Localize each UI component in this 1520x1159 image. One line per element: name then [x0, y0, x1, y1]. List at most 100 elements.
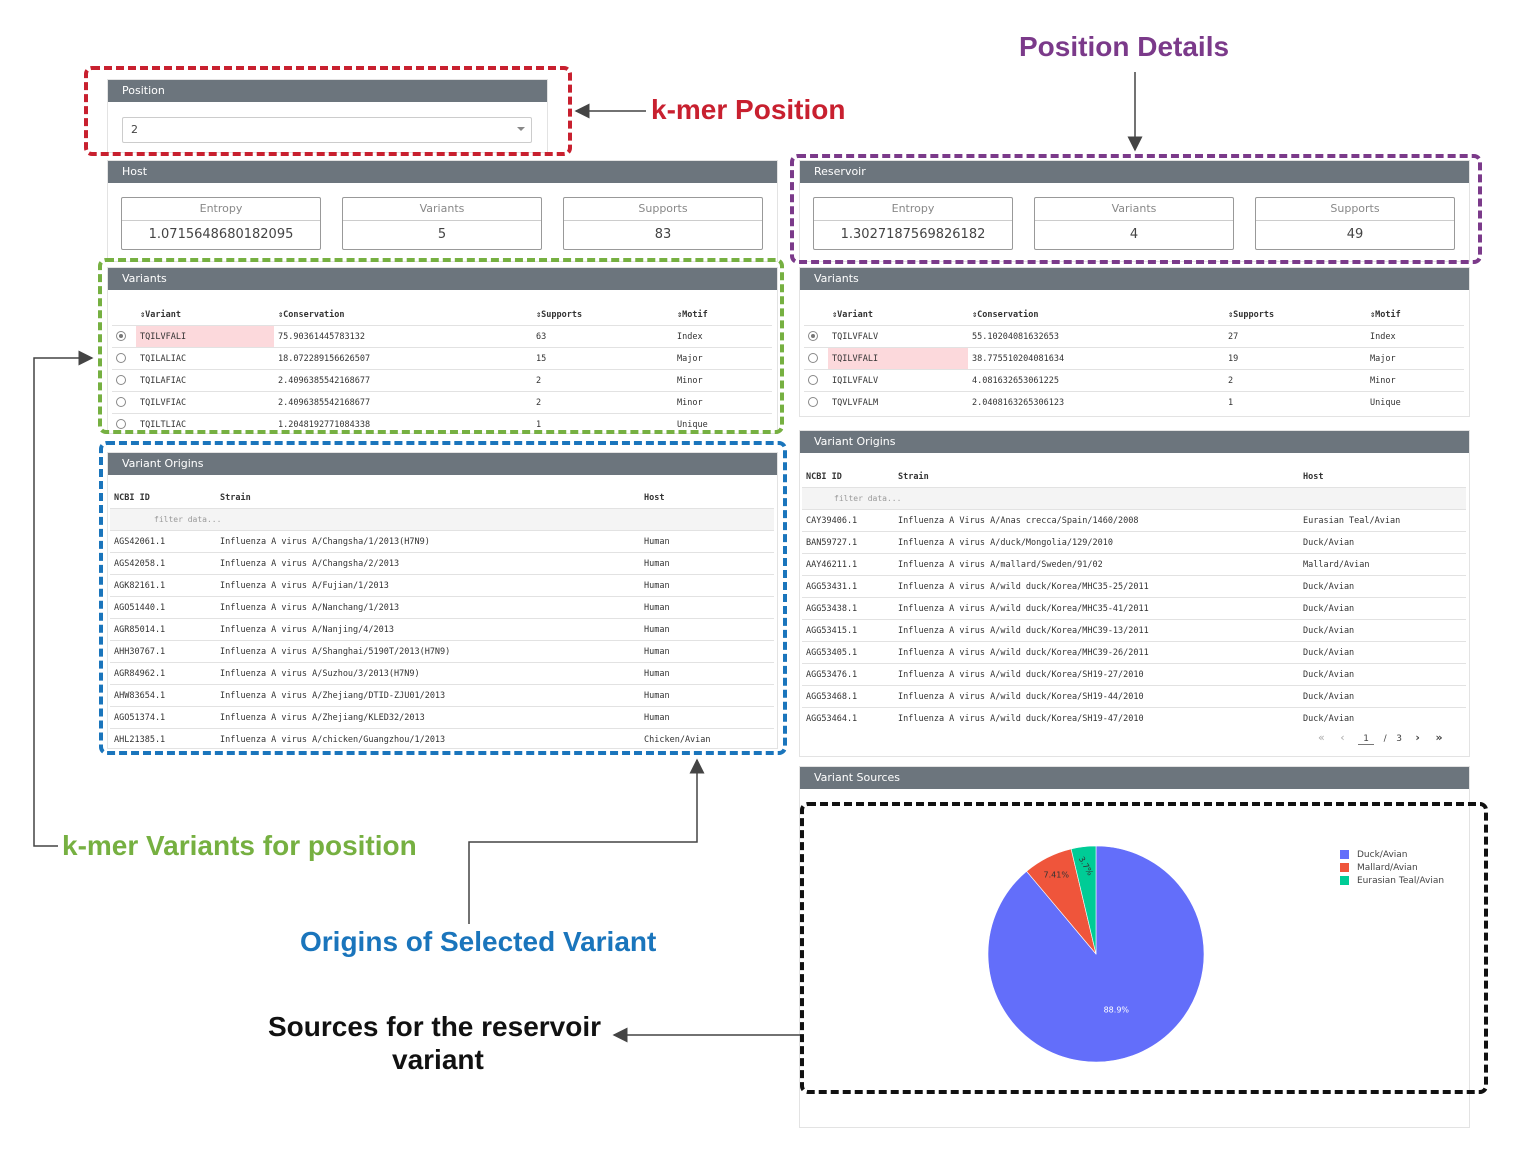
- variant-cell: TQVLVFALM: [828, 391, 968, 413]
- table-row[interactable]: TQILVFALI 38.775510204081634 19 Major: [804, 347, 1464, 370]
- annotation-kmer-position: k-mer Position: [651, 94, 846, 125]
- host-entropy-card: Entropy 1.0715648680182095: [121, 197, 321, 250]
- total-pages: 3: [1396, 734, 1402, 744]
- page-number-input[interactable]: 1: [1358, 734, 1375, 745]
- table-row[interactable]: AAY46211.1 Influenza A virus A/mallard/Sw…: [802, 553, 1466, 576]
- motif-cell: Minor: [1366, 369, 1464, 392]
- table-row[interactable]: TQVLVFALM 2.0408163265306123 1 Unique: [804, 391, 1464, 413]
- col-motif[interactable]: ⇕Motif: [1366, 304, 1464, 326]
- strain-cell: Influenza A virus A/wild duck/Korea/MHC3…: [894, 597, 1299, 620]
- prev-page-button[interactable]: ‹: [1340, 731, 1344, 744]
- reservoir-variants-panel: Variants ⇕Variant ⇕Conservation ⇕Support…: [799, 267, 1470, 417]
- position-details-box: [790, 154, 1482, 264]
- conservation-cell: 4.081632653061225: [968, 369, 1224, 392]
- sources-box: [800, 802, 1488, 1094]
- strain-cell: Influenza A Virus A/Anas crecca/Spain/14…: [894, 509, 1299, 532]
- strain-cell: Influenza A virus A/wild duck/Korea/MHC3…: [894, 641, 1299, 664]
- ncbi-id-cell: CAY39406.1: [802, 509, 894, 532]
- table-row[interactable]: CAY39406.1 Influenza A Virus A/Anas crecc…: [802, 509, 1466, 532]
- col-supports[interactable]: ⇕Supports: [1224, 304, 1366, 326]
- host-cell: Eurasian Teal/Avian: [1299, 509, 1466, 532]
- table-row[interactable]: BAN59727.1 Influenza A virus A/duck/Mongo…: [802, 531, 1466, 554]
- host-cell: Duck/Avian: [1299, 597, 1466, 620]
- table-row[interactable]: TQILVFALV 55.10204081632653 27 Index: [804, 325, 1464, 348]
- host-supports-card: Supports 83: [563, 197, 763, 250]
- motif-cell: Unique: [1366, 391, 1464, 413]
- col-ncbi-id[interactable]: NCBI ID: [802, 466, 894, 488]
- host-variants-card: Variants 5: [342, 197, 542, 250]
- col-variant[interactable]: ⇕Variant: [828, 304, 968, 326]
- host-entropy-label: Entropy: [122, 198, 320, 221]
- ncbi-id-cell: AGG53431.1: [802, 575, 894, 598]
- table-row[interactable]: AGG53438.1 Influenza A virus A/wild duck/…: [802, 597, 1466, 620]
- annotation-origins-selected: Origins of Selected Variant: [300, 926, 657, 957]
- supports-cell: 1: [1224, 391, 1366, 413]
- reservoir-variants-header: Variants: [800, 268, 1469, 290]
- ncbi-id-cell: AGG53438.1: [802, 597, 894, 620]
- filter-input[interactable]: filter data...: [834, 494, 901, 503]
- strain-cell: Influenza A virus A/wild duck/Korea/MHC3…: [894, 619, 1299, 642]
- ncbi-id-cell: BAN59727.1: [802, 531, 894, 554]
- col-conservation[interactable]: ⇕Conservation: [968, 304, 1224, 326]
- strain-cell: Influenza A virus A/wild duck/Korea/SH19…: [894, 707, 1299, 729]
- strain-cell: Influenza A virus A/mallard/Sweden/91/02: [894, 553, 1299, 576]
- supports-cell: 27: [1224, 325, 1366, 348]
- variant-radio[interactable]: [808, 397, 818, 408]
- annotation-sources-line1: Sources for the reservoir: [268, 1011, 602, 1042]
- reservoir-origins-header: Variant Origins: [800, 431, 1469, 453]
- host-cell: Duck/Avian: [1299, 641, 1466, 664]
- conservation-cell: 38.775510204081634: [968, 347, 1224, 370]
- variant-radio[interactable]: [808, 353, 818, 364]
- strain-cell: Influenza A virus A/wild duck/Korea/SH19…: [894, 663, 1299, 686]
- ncbi-id-cell: AAY46211.1: [802, 553, 894, 576]
- variant-cell: TQILVFALV: [828, 325, 968, 348]
- host-supports-label: Supports: [564, 198, 762, 221]
- motif-cell: Index: [1366, 325, 1464, 348]
- table-row[interactable]: AGG53464.1 Influenza A virus A/wild duck/…: [802, 707, 1466, 729]
- table-row[interactable]: AGG53405.1 Influenza A virus A/wild duck/…: [802, 641, 1466, 664]
- ncbi-id-cell: AGG53468.1: [802, 685, 894, 708]
- col-host[interactable]: Host: [1299, 466, 1466, 488]
- reservoir-origins-table: NCBI ID Strain Host filter data... CAY39…: [802, 466, 1466, 729]
- variant-sources-header: Variant Sources: [800, 767, 1469, 789]
- kmer-variants-arrow: [33, 350, 94, 847]
- host-cell: Duck/Avian: [1299, 707, 1466, 729]
- host-cell: Duck/Avian: [1299, 685, 1466, 708]
- ncbi-id-cell: AGG53415.1: [802, 619, 894, 642]
- last-page-button[interactable]: »: [1435, 731, 1442, 744]
- ncbi-id-cell: AGG53464.1: [802, 707, 894, 729]
- annotation-kmer-variants: k-mer Variants for position: [62, 830, 417, 861]
- kmer-variants-box: [98, 258, 784, 434]
- supports-cell: 2: [1224, 369, 1366, 392]
- host-cell: Duck/Avian: [1299, 531, 1466, 554]
- variant-cell: IQILVFALV: [828, 369, 968, 392]
- variant-radio[interactable]: [808, 375, 818, 386]
- reservoir-variants-table: ⇕Variant ⇕Conservation ⇕Supports ⇕Motif …: [804, 304, 1464, 413]
- variant-radio[interactable]: [808, 331, 818, 342]
- conservation-cell: 2.0408163265306123: [968, 391, 1224, 413]
- page-separator: /: [1383, 734, 1387, 744]
- table-row[interactable]: AGG53476.1 Influenza A virus A/wild duck/…: [802, 663, 1466, 686]
- host-variants-label: Variants: [343, 198, 541, 221]
- table-row[interactable]: AGG53468.1 Influenza A virus A/wild duck/…: [802, 685, 1466, 708]
- variant-cell: TQILVFALI: [828, 347, 968, 370]
- pagination: « ‹ 1 / 3 › »: [1318, 731, 1443, 745]
- host-cell: Duck/Avian: [1299, 663, 1466, 686]
- annotation-position-details: Position Details: [1019, 31, 1230, 62]
- host-entropy-value: 1.0715648680182095: [148, 227, 294, 242]
- host-cell: Duck/Avian: [1299, 575, 1466, 598]
- table-row[interactable]: AGG53431.1 Influenza A virus A/wild duck/…: [802, 575, 1466, 598]
- col-strain[interactable]: Strain: [894, 466, 1299, 488]
- host-panel: Host Entropy 1.0715648680182095 Variants…: [107, 160, 778, 262]
- next-page-button[interactable]: ›: [1415, 731, 1420, 744]
- table-row[interactable]: IQILVFALV 4.081632653061225 2 Minor: [804, 369, 1464, 392]
- host-cell: Mallard/Avian: [1299, 553, 1466, 576]
- first-page-button[interactable]: «: [1318, 731, 1325, 744]
- host-variants-value: 5: [437, 227, 447, 242]
- table-row[interactable]: AGG53415.1 Influenza A virus A/wild duck/…: [802, 619, 1466, 642]
- ncbi-id-cell: AGG53476.1: [802, 663, 894, 686]
- reservoir-origins-panel: Variant Origins NCBI ID Strain Host filt…: [799, 430, 1470, 757]
- motif-cell: Major: [1366, 347, 1464, 370]
- supports-cell: 19: [1224, 347, 1366, 370]
- strain-cell: Influenza A virus A/wild duck/Korea/SH19…: [894, 685, 1299, 708]
